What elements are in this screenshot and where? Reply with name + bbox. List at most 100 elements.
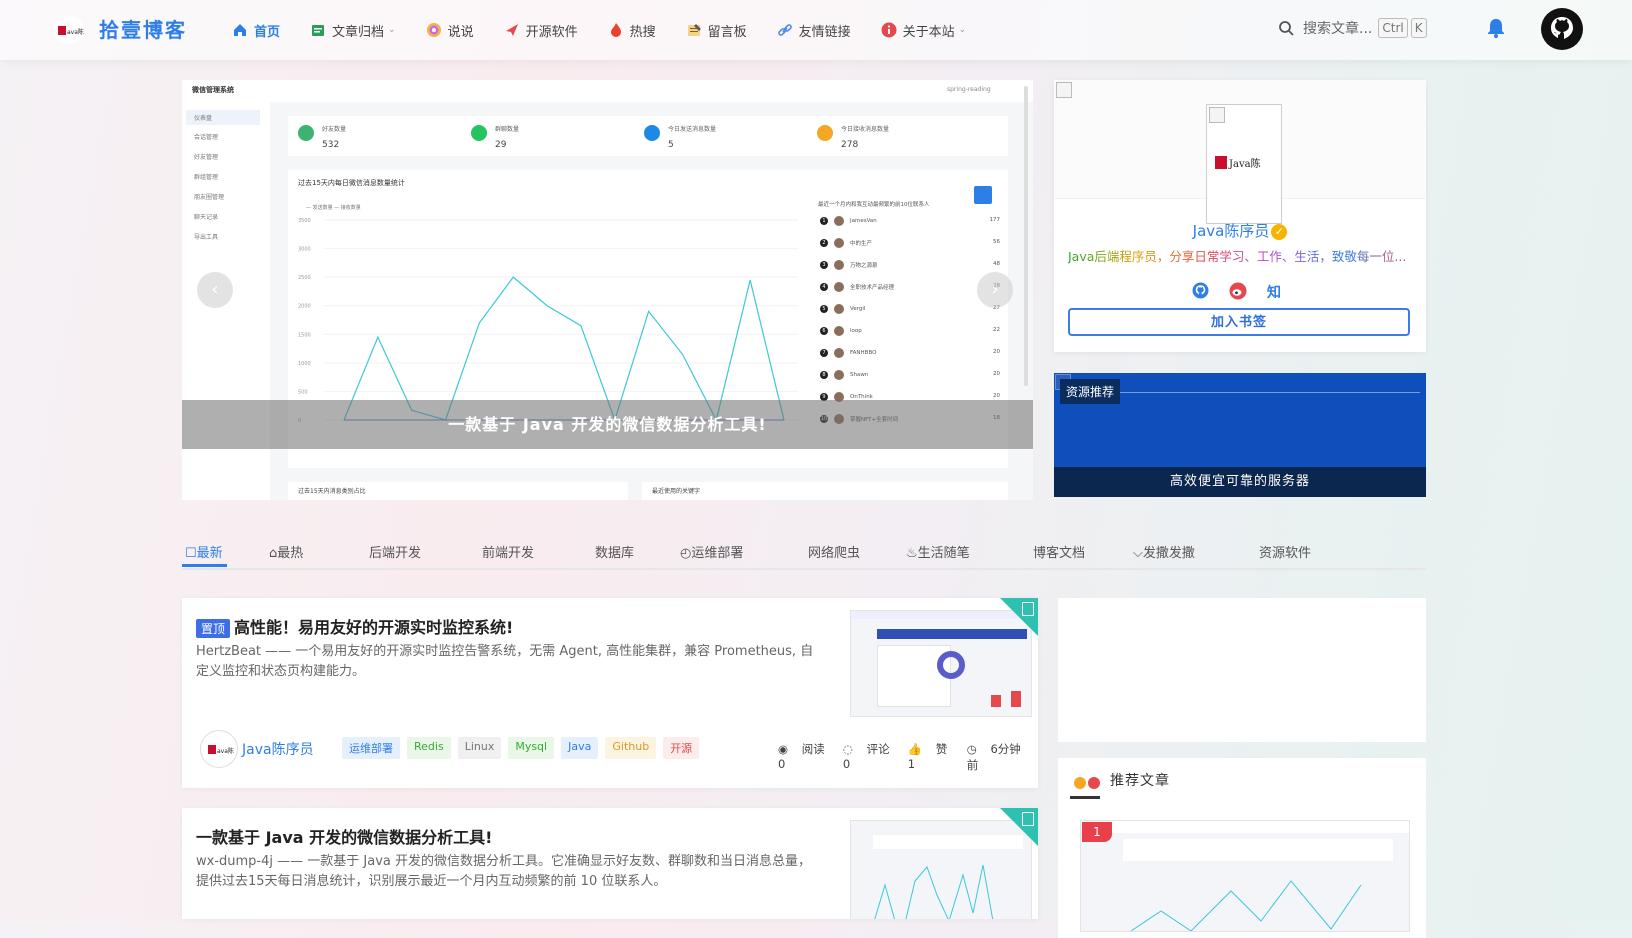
tab-hot[interactable]: ⌂最热 (269, 542, 303, 561)
article-meta: ◉ 阅读 0 ◌ 评论 0 👍 赞 1 ◷ 6分钟前 (778, 741, 1038, 773)
resource-tag: 资源推荐 (1060, 379, 1121, 404)
contact-name: 中的生产 (850, 241, 873, 247)
site-logo[interactable]: ava陈 (54, 16, 84, 44)
title-underline (1070, 796, 1100, 799)
article-author[interactable]: ava陈 Java陈序员 (200, 730, 314, 768)
tab-life[interactable]: ♨生活随笔 (906, 542, 970, 561)
screenshot-stats-card: 好友数量 532 群聊数量 29 今日发送消息数量 5 今日接收消息数量 278 (288, 116, 1008, 156)
article-title[interactable]: 一款基于 Java 开发的微信数据分析工具! (196, 824, 492, 848)
contact-name: Vergil (850, 306, 866, 312)
contact-rank: 2 (820, 239, 828, 247)
clock-icon: ◷ (966, 742, 981, 756)
chat-icon (426, 23, 441, 37)
search-trigger[interactable]: 搜索文章... Ctrl K (1278, 18, 1427, 38)
profile-avatar[interactable]: Java陈 (1206, 104, 1282, 224)
pinned-badge: 置顶 (196, 619, 231, 638)
tab-backend[interactable]: 后端开发 (369, 542, 421, 561)
weibo-icon[interactable] (1229, 282, 1247, 304)
document-icon (1022, 812, 1034, 826)
nav-hot[interactable]: 热搜 (608, 21, 656, 40)
new-icon: ☐ (185, 546, 197, 561)
screenshot-side-item: 聊天记录 (194, 214, 219, 221)
stat-value: 532 (322, 140, 340, 150)
profile-name[interactable]: Java陈序员 ✓ (1054, 220, 1426, 241)
profile-card: Java陈 Java陈序员 ✓ Java后端程序员，分享日常学习、工作、生活，致敬… (1054, 80, 1426, 352)
github-icon[interactable] (1192, 282, 1209, 303)
stat-label: 今日发送消息数量 (668, 126, 717, 133)
nav-home[interactable]: 首页 (232, 21, 280, 40)
nav-label: 文章归档 (332, 24, 385, 40)
tag-java[interactable]: Java (561, 737, 599, 759)
contact-avatar (834, 348, 844, 358)
tab-crawler[interactable]: 网络爬虫 (808, 542, 860, 561)
nav-label: 说说 (447, 24, 474, 40)
comment-icon: ◌ (842, 742, 857, 756)
tab-frontend[interactable]: 前端开发 (482, 542, 534, 561)
article-title[interactable]: 置顶 高性能！易用友好的开源实时监控系统! (196, 614, 513, 638)
github-icon (1543, 10, 1581, 48)
search-icon (1279, 21, 1294, 36)
tag-linux[interactable]: Linux (457, 737, 502, 759)
contact-count: 48 (993, 261, 1000, 267)
tag-redis[interactable]: Redis (407, 737, 451, 759)
article-summary: wx-dump-4j —— 一款基于 Java 开发的微信数据分析工具。它准确显… (196, 854, 811, 889)
tab-resources[interactable]: 资源软件 (1259, 542, 1311, 561)
resource-recommend-card[interactable]: 资源推荐 高效便宜可靠的服务器 (1054, 373, 1426, 497)
y-tick-label: 3000 (298, 247, 311, 253)
recommended-article-thumbnail[interactable] (1080, 820, 1410, 932)
tag-mysql[interactable]: Mysql (508, 737, 555, 759)
nav-about[interactable]: 关于本站 ⌄ (881, 21, 966, 40)
tag-github[interactable]: Github (605, 737, 657, 759)
nav-archive[interactable]: 文章归档 ⌄ (310, 21, 396, 40)
tag-opensource[interactable]: 开源 (663, 737, 700, 759)
carousel-next-button[interactable]: › (977, 272, 1013, 308)
tag-devops[interactable]: 运维部署 (342, 737, 400, 759)
tab-label: 最热 (277, 546, 304, 561)
tab-devops[interactable]: ◴运维部署 (680, 542, 743, 561)
rank-badge: 1 (1082, 822, 1112, 842)
contact-avatar (834, 260, 844, 270)
nav-opensource[interactable]: 开源软件 (504, 21, 578, 40)
tab-misc[interactable]: ⌵发撒发撒 (1133, 542, 1195, 561)
screenshot-topbar: 微信管理系统 spring-reading (182, 80, 1033, 103)
contact-name: 全职技术产品经理 (850, 285, 895, 291)
home-icon (234, 24, 246, 36)
contact-row: 5 Vergil 27 (820, 304, 1000, 316)
kbd-ctrl: Ctrl (1378, 18, 1408, 38)
svg-text:ava陈: ava陈 (67, 28, 84, 36)
screenshot-scrollbar (1024, 86, 1028, 386)
add-bookmark-button[interactable]: 加入书签 (1068, 308, 1410, 336)
site-title[interactable]: 拾壹博客 (99, 14, 187, 43)
carousel-prev-button[interactable]: ‹ (197, 272, 233, 308)
contact-rank: 7 (820, 349, 828, 357)
nav-talk[interactable]: 说说 (426, 21, 474, 40)
tab-database[interactable]: 数据库 (595, 542, 634, 561)
tab-latest[interactable]: ☐最新 (185, 542, 223, 561)
contact-avatar (834, 370, 844, 380)
screenshot-side-item: 好友管理 (194, 154, 219, 161)
github-avatar[interactable] (1541, 8, 1583, 50)
stat-received: 今日接收消息数量 278 (817, 122, 889, 150)
notification-bell[interactable] (1487, 18, 1505, 42)
nav-guestbook[interactable]: 留言板 (686, 21, 747, 40)
contact-avatar (834, 282, 844, 292)
svg-text:ava陈: ava陈 (217, 747, 234, 755)
article-card[interactable]: 一款基于 Java 开发的微信数据分析工具! wx-dump-4j —— 一款基… (182, 808, 1038, 919)
tab-docs[interactable]: 博客文档 (1033, 542, 1085, 561)
contact-count: 20 (993, 371, 1000, 377)
nav-label: 开源软件 (525, 24, 578, 40)
hero-carousel[interactable]: 微信管理系统 spring-reading 仪表盘 会话管理 好友管理 群组管理… (182, 80, 1033, 500)
link-icon (777, 24, 792, 36)
nav-label: 首页 (254, 24, 281, 40)
archive-icon (312, 25, 325, 36)
post-time: ◷ 6分钟前 (966, 742, 1021, 772)
tab-label: 生活随笔 (917, 546, 970, 561)
zhihu-icon[interactable]: 知 (1267, 282, 1281, 302)
like-count[interactable]: 👍 赞 1 (908, 741, 957, 773)
carousel-caption[interactable]: 一款基于 Java 开发的微信数据分析工具! (182, 400, 1033, 449)
read-count: ◉ 阅读 0 (778, 742, 825, 771)
article-card[interactable]: 置顶 高性能！易用友好的开源实时监控系统! HertzBeat —— 一个易用友好… (182, 598, 1038, 788)
screenshot-side-item: 导出工具 (194, 234, 219, 241)
y-tick-label: 2000 (298, 304, 311, 310)
nav-links[interactable]: 友情链接 (777, 21, 851, 40)
